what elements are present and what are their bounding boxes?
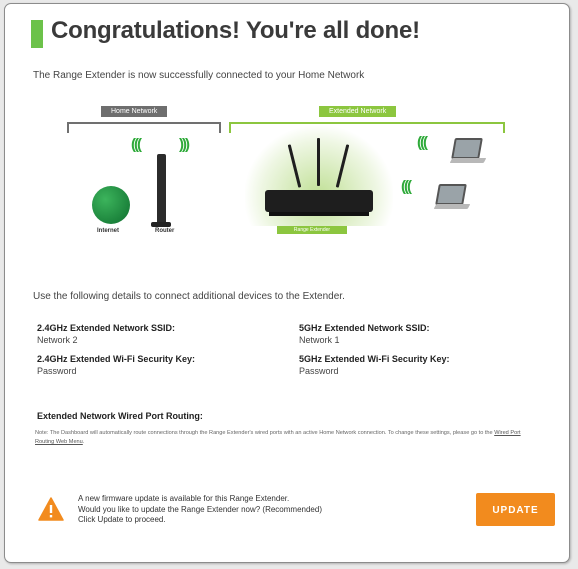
warning-icon xyxy=(38,497,64,521)
network-diagram: Home Network Extended Network ((( ))) In… xyxy=(5,96,571,246)
laptop-keyboard xyxy=(449,158,487,163)
ssid-5ghz-label: 5GHz Extended Network SSID: xyxy=(299,323,430,333)
home-network-bracket xyxy=(67,122,221,133)
intro-text: The Range Extender is now successfully c… xyxy=(33,70,365,81)
key-5ghz-label: 5GHz Extended Wi-Fi Security Key: xyxy=(299,354,450,364)
key-24ghz-label: 2.4GHz Extended Wi-Fi Security Key: xyxy=(37,354,195,364)
ssid-24ghz-label: 2.4GHz Extended Network SSID: xyxy=(37,323,176,333)
internet-globe-icon xyxy=(92,186,130,224)
ssid-5ghz-value: Network 1 xyxy=(299,335,340,345)
range-extender-icon xyxy=(265,190,373,212)
page-title: Congratulations! You're all done! xyxy=(51,17,420,44)
firmware-line-1: A new firmware update is available for t… xyxy=(78,494,290,503)
title-accent-bar xyxy=(31,20,43,48)
router-label: Router xyxy=(155,228,175,234)
range-extender-base xyxy=(269,212,369,216)
wired-port-routing-note: Note: The Dashboard will automatically r… xyxy=(35,429,521,447)
laptop-keyboard xyxy=(433,204,471,209)
setup-complete-panel: Congratulations! You're all done! The Ra… xyxy=(4,3,570,563)
ssid-24ghz-value: Network 2 xyxy=(37,335,78,345)
wired-port-routing-label: Extended Network Wired Port Routing: xyxy=(37,411,203,421)
firmware-line-2: Would you like to update the Range Exten… xyxy=(78,504,322,514)
router-base xyxy=(151,222,171,227)
firmware-line-3: Click Update to proceed. xyxy=(78,515,166,524)
wifi-signal-icon: ((( xyxy=(401,178,412,195)
note-text: Note: The Dashboard will automatically r… xyxy=(35,430,495,436)
internet-label: Internet xyxy=(97,228,120,234)
note-text-end: . xyxy=(82,439,85,445)
wifi-signal-icon: ((( xyxy=(417,134,428,151)
extender-antenna xyxy=(317,138,320,186)
firmware-update-message: A new firmware update is available for t… xyxy=(78,494,322,526)
laptop-screen xyxy=(435,184,467,205)
wifi-signal-icon: ((( xyxy=(131,136,142,153)
home-network-badge: Home Network xyxy=(101,106,168,117)
range-extender-label: Range Extender xyxy=(277,226,347,234)
laptop-screen xyxy=(451,138,483,159)
wifi-signal-icon: ))) xyxy=(179,136,190,153)
router-icon xyxy=(157,154,166,226)
update-button[interactable]: UPDATE xyxy=(476,493,555,526)
key-24ghz-value: Password xyxy=(37,366,77,376)
extended-network-badge: Extended Network xyxy=(319,106,397,117)
key-5ghz-value: Password xyxy=(299,366,339,376)
details-intro-text: Use the following details to connect add… xyxy=(33,291,345,302)
